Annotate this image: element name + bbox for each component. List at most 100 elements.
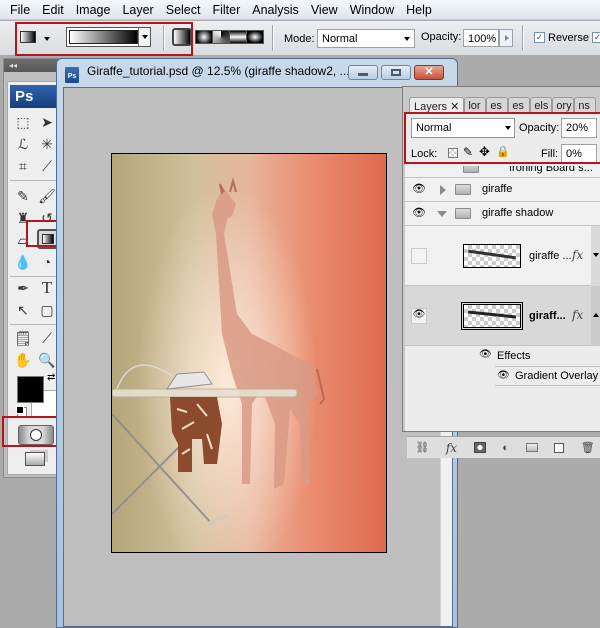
tab-history[interactable]: ory bbox=[552, 97, 575, 114]
menu-analysis[interactable]: Analysis bbox=[246, 0, 305, 20]
tab-channels[interactable]: els bbox=[530, 97, 553, 114]
menu-window[interactable]: Window bbox=[344, 0, 400, 20]
layer-row-ironing-board[interactable]: Ironing Board s... bbox=[405, 166, 600, 178]
fx-icon[interactable]: fx bbox=[572, 308, 583, 322]
tab-color[interactable]: lor bbox=[464, 97, 487, 114]
notes-tool-icon[interactable]: 🗒 bbox=[12, 328, 34, 348]
history-brush-tool-icon[interactable]: ↺ bbox=[36, 208, 58, 228]
tab-swatches[interactable]: es bbox=[486, 97, 509, 114]
mode-value: Normal bbox=[322, 33, 358, 45]
eyedropper-tool-icon[interactable]: ⟋ bbox=[36, 328, 58, 348]
diamond-gradient-button[interactable] bbox=[246, 30, 264, 44]
quick-mask-button[interactable] bbox=[18, 425, 54, 445]
tab-layers[interactable]: Layers ✕ bbox=[409, 97, 465, 114]
layer-row-giraffe[interactable]: 👁 giraffe bbox=[405, 178, 600, 202]
swap-colors-icon[interactable]: ⇄ bbox=[47, 372, 55, 383]
marquee-tool-icon[interactable]: ⬚ bbox=[12, 112, 34, 132]
gradient-picker[interactable] bbox=[66, 27, 151, 47]
zoom-tool-icon[interactable]: 🔍 bbox=[36, 350, 58, 370]
menu-edit[interactable]: Edit bbox=[36, 0, 70, 20]
eraser-tool-icon[interactable]: ▱ bbox=[12, 230, 34, 250]
shape-tool-icon[interactable]: ▢ bbox=[36, 300, 58, 320]
linear-gradient-button[interactable] bbox=[172, 28, 192, 46]
screen-mode-icon[interactable] bbox=[25, 452, 45, 466]
mode-select[interactable]: Normal bbox=[317, 29, 415, 48]
menu-view[interactable]: View bbox=[305, 0, 344, 20]
fill-label: Fill: bbox=[541, 148, 559, 160]
hand-tool-icon[interactable]: ✋ bbox=[12, 350, 34, 370]
type-tool-icon[interactable]: T bbox=[36, 278, 58, 298]
default-colors-icon[interactable] bbox=[16, 406, 24, 414]
tool-preset-dropdown-icon[interactable] bbox=[44, 37, 50, 41]
minimize-button[interactable] bbox=[348, 65, 378, 80]
collapse-triangle-icon[interactable] bbox=[437, 211, 447, 217]
expand-triangle-icon[interactable] bbox=[440, 185, 446, 195]
close-button[interactable]: ✕ bbox=[414, 65, 444, 80]
link-layers-icon[interactable]: ⛓ bbox=[415, 441, 429, 454]
menu-image[interactable]: Image bbox=[70, 0, 117, 20]
opacity-slider-button[interactable] bbox=[499, 29, 513, 47]
angle-gradient-button[interactable] bbox=[212, 30, 230, 44]
new-group-icon[interactable] bbox=[525, 443, 538, 452]
lock-transparent-pixels-icon[interactable] bbox=[448, 148, 458, 158]
lock-all-icon[interactable]: 🔒 bbox=[496, 145, 510, 158]
tab-actions[interactable]: ns bbox=[574, 97, 597, 114]
gradient-overlay-effect-row[interactable]: 👁 Gradient Overlay bbox=[495, 366, 600, 386]
eye-visibility-icon[interactable]: 👁 bbox=[411, 206, 427, 220]
psd-file-icon: Ps bbox=[65, 67, 79, 83]
reflected-gradient-button[interactable] bbox=[229, 30, 247, 44]
menu-select[interactable]: Select bbox=[160, 0, 207, 20]
menu-layer[interactable]: Layer bbox=[116, 0, 159, 20]
lock-position-icon[interactable]: ✥ bbox=[479, 144, 490, 160]
gradient-picker-dropdown-button[interactable] bbox=[138, 28, 150, 46]
layer-effects-toggle[interactable] bbox=[591, 226, 600, 286]
brush-tool-icon[interactable]: 🖌 bbox=[36, 186, 58, 206]
separator bbox=[272, 25, 273, 51]
eye-visibility-icon[interactable]: 👁 bbox=[497, 370, 510, 381]
menu-help[interactable]: Help bbox=[400, 0, 438, 20]
maximize-button[interactable] bbox=[381, 65, 411, 80]
delete-layer-icon[interactable]: 🗑 bbox=[581, 441, 595, 454]
tab-styles[interactable]: es bbox=[508, 97, 531, 114]
healing-brush-tool-icon[interactable]: ✎ bbox=[12, 186, 34, 206]
visibility-toggle-empty[interactable] bbox=[411, 248, 427, 264]
tool-preset-gradient-icon[interactable] bbox=[20, 31, 36, 43]
blur-tool-icon[interactable]: 💧 bbox=[12, 252, 34, 272]
close-tab-icon[interactable]: ✕ bbox=[450, 101, 459, 113]
fx-icon[interactable]: fx bbox=[572, 248, 583, 262]
layer-row-giraffe-shadow-copy[interactable]: giraffe ... fx bbox=[405, 226, 600, 286]
menu-file[interactable]: File bbox=[4, 0, 36, 20]
collapse-panel-icon[interactable]: ◂◂ bbox=[4, 59, 62, 72]
menu-filter[interactable]: Filter bbox=[206, 0, 246, 20]
effects-row[interactable]: 👁 Effects bbox=[405, 346, 600, 366]
lock-image-pixels-icon[interactable]: ✎ bbox=[463, 145, 473, 159]
layer-row-giraffe-shadow2-selected[interactable]: 👁 giraff... fx bbox=[405, 286, 600, 346]
crop-tool-icon[interactable]: ⌗ bbox=[12, 156, 34, 176]
lasso-tool-icon[interactable]: ℒ bbox=[12, 134, 34, 154]
clone-stamp-tool-icon[interactable]: ♜ bbox=[12, 208, 34, 228]
fill-input[interactable]: 0% bbox=[561, 144, 597, 164]
magic-wand-tool-icon[interactable]: ✳ bbox=[36, 134, 58, 154]
move-tool-icon[interactable]: ➤ bbox=[36, 112, 58, 132]
foreground-color-swatch[interactable] bbox=[17, 376, 44, 403]
pen-tool-icon[interactable]: ✒ bbox=[12, 278, 34, 298]
blend-mode-select[interactable]: Normal bbox=[411, 118, 515, 138]
eye-visibility-icon[interactable]: 👁 bbox=[411, 182, 427, 196]
dither-checkbox[interactable]: ✓ bbox=[592, 32, 600, 43]
path-selection-tool-icon[interactable]: ↖ bbox=[12, 300, 34, 320]
layer-row-giraffe-shadow[interactable]: 👁 giraffe shadow bbox=[405, 202, 600, 226]
image-canvas[interactable] bbox=[111, 153, 387, 553]
layer-effects-toggle[interactable] bbox=[591, 286, 600, 346]
opacity-input[interactable]: 100% bbox=[463, 29, 499, 47]
new-layer-icon[interactable] bbox=[554, 442, 565, 453]
add-mask-icon[interactable] bbox=[473, 442, 486, 453]
radial-gradient-button[interactable] bbox=[195, 30, 213, 44]
slice-tool-icon[interactable]: ⟋ bbox=[36, 156, 58, 176]
new-adjustment-layer-icon[interactable]: ◐ bbox=[502, 442, 509, 454]
add-layer-style-icon[interactable]: fx bbox=[446, 441, 457, 455]
layer-opacity-input[interactable]: 20% bbox=[561, 118, 597, 138]
eye-visibility-icon[interactable]: 👁 bbox=[479, 349, 492, 360]
reverse-checkbox[interactable]: ✓ bbox=[534, 32, 545, 43]
eye-visibility-icon[interactable]: 👁 bbox=[411, 308, 427, 324]
dodge-tool-icon[interactable]: ◔ bbox=[36, 252, 58, 272]
